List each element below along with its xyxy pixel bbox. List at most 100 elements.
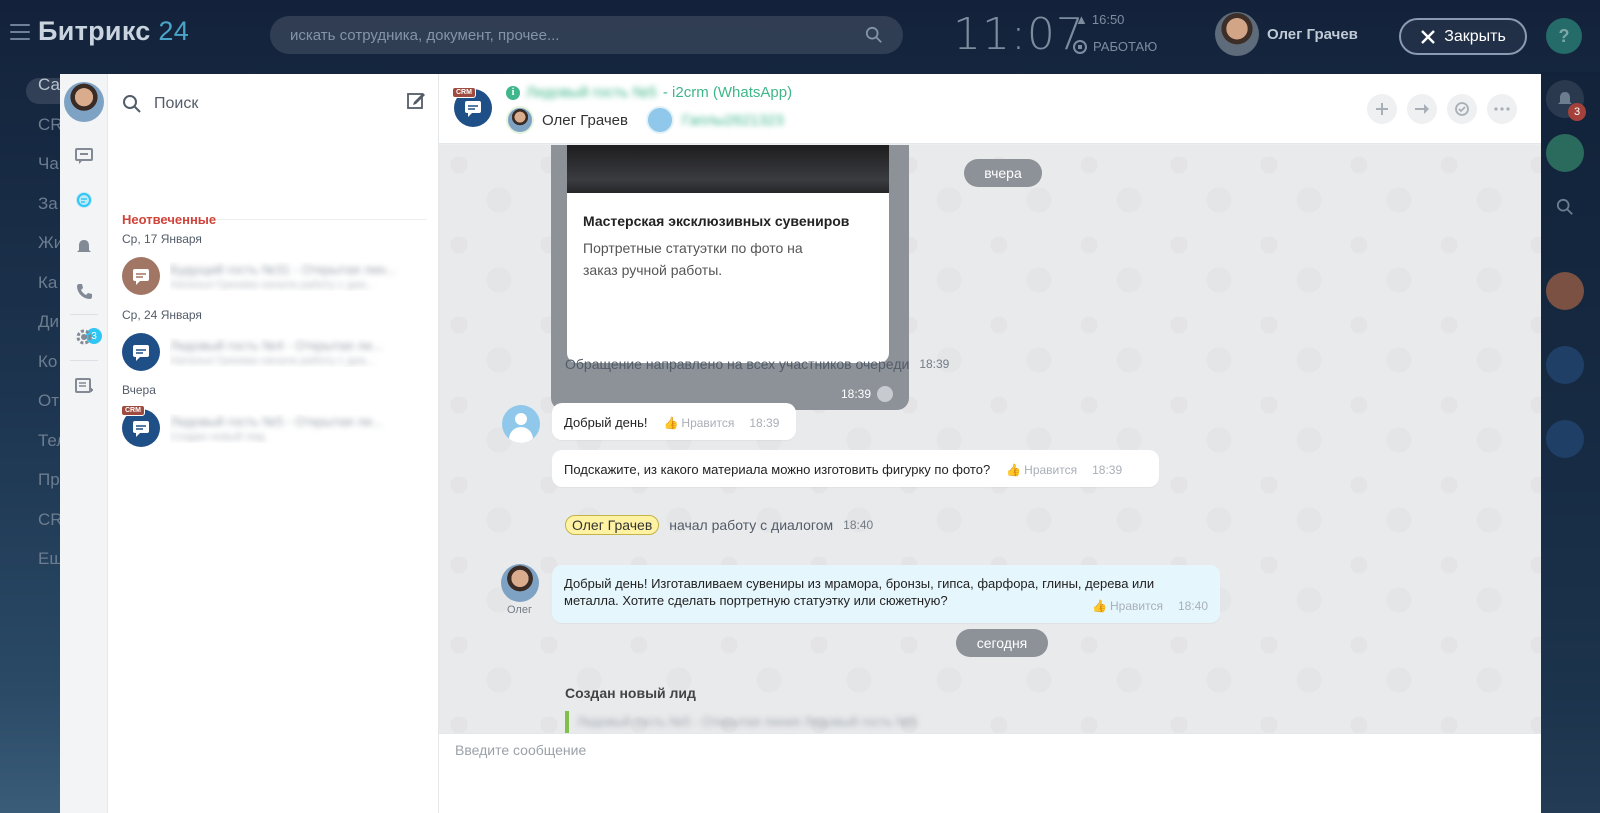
link-preview[interactable]: Мастерская эксклюзивных сувениров Портре… bbox=[567, 193, 889, 363]
user-mention[interactable]: Олег Грачев bbox=[565, 515, 660, 535]
chats-icon[interactable] bbox=[74, 146, 94, 166]
message-input[interactable] bbox=[455, 742, 1455, 772]
list-item[interactable]: Лидовый гость №4 - Открытая ли... Наталья… bbox=[122, 332, 427, 372]
chat-title-name[interactable]: Лидовый гость №5 bbox=[526, 84, 657, 101]
status-icon bbox=[877, 386, 893, 402]
chat-avatar bbox=[122, 333, 160, 371]
guest-avatar[interactable] bbox=[502, 405, 540, 443]
forward-button[interactable] bbox=[1407, 94, 1437, 124]
search-icon[interactable] bbox=[1546, 188, 1584, 226]
help-button[interactable]: ? bbox=[1546, 18, 1582, 54]
plus-icon bbox=[1376, 103, 1388, 115]
left-menu-item[interactable]: Жи bbox=[0, 233, 63, 273]
open-lines-icon[interactable] bbox=[74, 190, 94, 210]
check-icon bbox=[1455, 102, 1469, 116]
left-menu-item[interactable]: Ещ bbox=[0, 549, 63, 589]
add-user-button[interactable] bbox=[1367, 94, 1397, 124]
chat-avatar-icon[interactable] bbox=[1546, 346, 1584, 384]
clock[interactable]: 11:07 bbox=[953, 9, 1085, 60]
left-menu-item[interactable]: За bbox=[0, 194, 60, 234]
add-channel-icon[interactable] bbox=[74, 376, 94, 396]
chat-preview: Наталья Гринева начала работу с диа... bbox=[170, 354, 375, 367]
left-menu-item[interactable]: Тел bbox=[0, 431, 66, 471]
left-menu-item[interactable]: Ко bbox=[0, 352, 60, 392]
chat-search-input[interactable] bbox=[154, 95, 427, 113]
chat-avatar-icon[interactable] bbox=[1546, 272, 1584, 310]
user-name: Олег Грачев bbox=[1267, 25, 1358, 43]
message-time: 18:39 bbox=[919, 357, 950, 371]
like-label: Нравится bbox=[1110, 599, 1163, 613]
divider bbox=[70, 314, 98, 315]
date-label: Ср, 24 Января bbox=[122, 308, 202, 322]
phone-icon[interactable] bbox=[74, 282, 94, 302]
close-button[interactable]: Закрыть bbox=[1399, 18, 1527, 55]
date-divider: вчера bbox=[964, 159, 1042, 187]
list-item[interactable]: Будущий гость №31 - Открытая лин... Натал… bbox=[122, 256, 427, 296]
my-avatar[interactable] bbox=[64, 82, 104, 122]
settings-icon[interactable] bbox=[74, 327, 94, 347]
search-icon bbox=[123, 95, 141, 113]
guest-avatar[interactable] bbox=[646, 106, 674, 134]
chat-avatar-icon[interactable] bbox=[1546, 420, 1584, 458]
global-search-input[interactable] bbox=[290, 26, 865, 44]
outgoing-message[interactable]: Добрый день! Изготавливаем сувениры из м… bbox=[552, 565, 1220, 623]
work-status[interactable]: РАБОТАЮ bbox=[1073, 39, 1157, 54]
incoming-message[interactable]: Подскажите, из какого материала можно из… bbox=[552, 450, 1159, 487]
message-list[interactable]: Мастерская эксклюзивных сувениров Портре… bbox=[439, 145, 1541, 733]
message-time: 18:39 bbox=[1092, 463, 1123, 477]
menu-icon[interactable] bbox=[10, 24, 30, 40]
chat-title: Лидовый гость №4 - Открытая ли... bbox=[170, 337, 383, 353]
section-unanswered: Неотвеченные bbox=[122, 211, 427, 229]
left-menu-item[interactable]: Пр bbox=[0, 470, 60, 510]
like-button[interactable]: 👍 Нравится 18:39 bbox=[1006, 463, 1122, 477]
left-menu-item[interactable]: От bbox=[0, 391, 60, 431]
notifications-icon[interactable] bbox=[74, 237, 94, 257]
lead-bar bbox=[565, 711, 569, 733]
more-button[interactable] bbox=[1487, 94, 1517, 124]
like-label: Нравится bbox=[1024, 463, 1078, 477]
incoming-message[interactable]: Добрый день! 👍 Нравится 18:39 bbox=[552, 403, 796, 440]
open-lines-icon[interactable] bbox=[1546, 134, 1584, 172]
avatar[interactable] bbox=[501, 564, 539, 602]
time-text: 18:39 bbox=[840, 387, 871, 401]
chat-search[interactable] bbox=[122, 88, 427, 120]
author-name: Олег bbox=[507, 604, 532, 616]
like-button[interactable]: 👍 Нравится 18:39 bbox=[663, 416, 779, 430]
list-item[interactable]: CRM Лидовый гость №5 - Открытая ли... Соз… bbox=[121, 405, 427, 448]
left-menu-item[interactable]: Ка bbox=[0, 273, 60, 313]
left-menu-item[interactable]: Ди bbox=[0, 312, 60, 352]
member-name[interactable]: Гаплы2621323 bbox=[682, 112, 784, 129]
compose-icon[interactable] bbox=[406, 90, 426, 110]
logo-number: 24 bbox=[158, 16, 190, 46]
chat-title: Будущий гость №31 - Открытая лин... bbox=[170, 261, 397, 277]
current-user[interactable]: Олег Грачев bbox=[1215, 12, 1358, 56]
date-label: Вчера bbox=[122, 383, 156, 397]
divider bbox=[217, 219, 427, 220]
left-menu-item[interactable]: CR bbox=[0, 115, 63, 155]
avatar[interactable] bbox=[506, 106, 534, 134]
member-name[interactable]: Олег Грачев bbox=[542, 112, 628, 129]
like-button[interactable]: 👍 Нравится 18:40 bbox=[1092, 599, 1208, 613]
global-search[interactable] bbox=[270, 16, 903, 54]
app-logo[interactable]: Битрикс 24 bbox=[38, 16, 189, 47]
left-menu-item[interactable]: CR bbox=[0, 510, 63, 550]
crm-badge: CRM bbox=[121, 405, 145, 416]
record-icon bbox=[1073, 39, 1087, 54]
finish-button[interactable] bbox=[1447, 94, 1477, 124]
search-icon[interactable] bbox=[865, 26, 883, 44]
more-icon bbox=[1494, 107, 1510, 111]
close-label: Закрыть bbox=[1444, 27, 1506, 45]
divider bbox=[70, 360, 98, 361]
chat-bubble-icon bbox=[133, 269, 149, 285]
lead-link[interactable]: Лидовый гость №5 - Открытая линия Лидовы… bbox=[577, 714, 917, 729]
left-menu-item[interactable]: Ча bbox=[0, 154, 60, 194]
left-menu-item[interactable]: Са bbox=[0, 75, 60, 115]
alarm-time: 16:50 bbox=[1091, 12, 1125, 27]
forward-icon bbox=[1415, 104, 1429, 114]
message-time: 18:39 bbox=[841, 386, 893, 402]
chat-avatar[interactable]: CRM bbox=[452, 87, 492, 127]
message-text: Добрый день! bbox=[564, 415, 648, 430]
work-status-label: РАБОТАЮ bbox=[1093, 39, 1158, 54]
lead-created-title: Создан новый лид bbox=[565, 685, 696, 701]
info-icon[interactable]: i bbox=[506, 85, 520, 100]
